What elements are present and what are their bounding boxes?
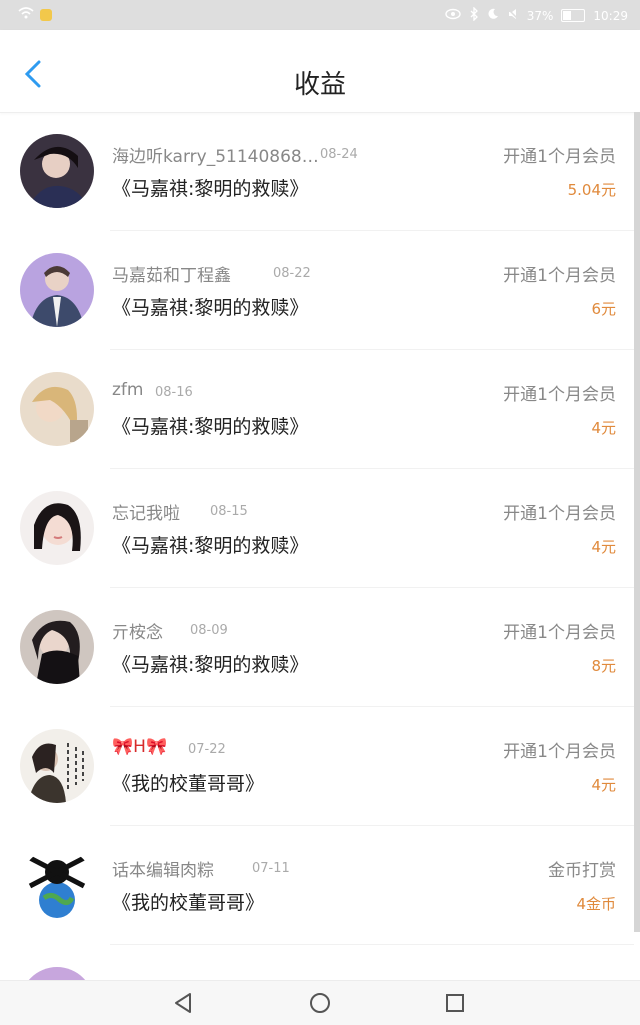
nav-home-button[interactable] [308,991,332,1015]
earning-type: 开通1个月会员 [503,266,616,286]
status-bar: 37% 10:29 [0,0,640,30]
earnings-list[interactable]: 海边听karry_51140868… 08-24 《马嘉祺:黎明的救赎》 开通1… [0,112,634,980]
avatar[interactable] [20,848,94,922]
book-title: 《马嘉祺:黎明的救赎》 [112,654,309,676]
earning-amount: 4元 [591,419,616,437]
user-name: 话本编辑肉粽 [112,861,214,881]
earning-amount: 6元 [591,300,616,318]
earning-amount: 4元 [591,538,616,556]
earning-amount: 5.04元 [567,181,616,199]
list-item[interactable]: 🎀H🎀 07-22 《我的校董哥哥》 开通1个月会员 4元 [0,707,634,826]
nav-recents-button[interactable] [443,991,467,1015]
user-name: 海边听karry_51140868… [112,147,319,167]
moon-icon [487,8,499,23]
mute-icon [507,8,519,23]
list-item[interactable]: 海边听karry_51140868… 08-24 《马嘉祺:黎明的救赎》 开通1… [0,112,634,231]
avatar[interactable] [20,253,94,327]
scrollbar[interactable] [634,112,640,932]
earning-type: 开通1个月会员 [503,742,616,762]
header: 收益 [0,30,640,113]
book-title: 《我的校董哥哥》 [112,773,265,795]
battery-percent: 37% [526,8,554,23]
book-title: 《我的校董哥哥》 [112,892,265,914]
earning-amount: 4元 [591,776,616,794]
notification-icon [40,8,52,21]
date: 08-24 [320,147,358,162]
avatar[interactable] [20,610,94,684]
user-name: 🎀H🎀 [112,737,168,757]
nav-back-button[interactable] [172,991,196,1015]
date: 08-09 [190,623,228,638]
date: 08-15 [210,504,248,519]
avatar[interactable] [20,967,94,980]
earning-type: 开通1个月会员 [503,147,616,167]
avatar[interactable] [20,134,94,208]
avatar[interactable] [20,372,94,446]
earning-type: 开通1个月会员 [503,504,616,524]
list-item[interactable]: 马嘉茹和丁程鑫 08-22 《马嘉祺:黎明的救赎》 开通1个月会员 6元 [0,231,634,350]
book-title: 《马嘉祺:黎明的救赎》 [112,178,309,200]
bluetooth-icon [469,6,479,24]
earning-amount: 4金币 [576,895,616,913]
user-name: 忘记我啦 [112,504,180,524]
book-title: 《马嘉祺:黎明的救赎》 [112,297,309,319]
status-time: 10:29 [593,8,628,23]
earning-type: 金币打赏 [548,861,616,881]
date: 08-16 [155,385,193,400]
date: 07-11 [252,861,290,876]
user-name: 马嘉茹和丁程鑫 [112,266,231,286]
list-item[interactable] [0,945,634,980]
earning-amount: 8元 [591,657,616,675]
system-nav-bar [0,980,640,1025]
square-recents-icon [446,994,464,1012]
eye-icon [445,8,461,23]
avatar[interactable] [20,729,94,803]
book-title: 《马嘉祺:黎明的救赎》 [112,416,309,438]
date: 08-22 [273,266,311,281]
circle-home-icon [310,993,330,1013]
date: 07-22 [188,742,226,757]
list-item[interactable]: 忘记我啦 08-15 《马嘉祺:黎明的救赎》 开通1个月会员 4元 [0,469,634,588]
list-item[interactable]: 亓桉念 08-09 《马嘉祺:黎明的救赎》 开通1个月会员 8元 [0,588,634,707]
list-item[interactable]: 话本编辑肉粽 07-11 《我的校董哥哥》 金币打赏 4金币 [0,826,634,945]
earning-type: 开通1个月会员 [503,623,616,643]
user-name: zfm [112,380,144,400]
wifi-icon [18,7,34,22]
page-title: 收益 [293,70,346,100]
user-name: 亓桉念 [112,623,163,643]
triangle-back-icon [175,993,191,1013]
battery-icon [561,9,586,22]
list-item[interactable]: zfm 08-16 《马嘉祺:黎明的救赎》 开通1个月会员 4元 [0,350,634,469]
avatar[interactable] [20,491,94,565]
earning-type: 开通1个月会员 [503,385,616,405]
book-title: 《马嘉祺:黎明的救赎》 [112,535,309,557]
